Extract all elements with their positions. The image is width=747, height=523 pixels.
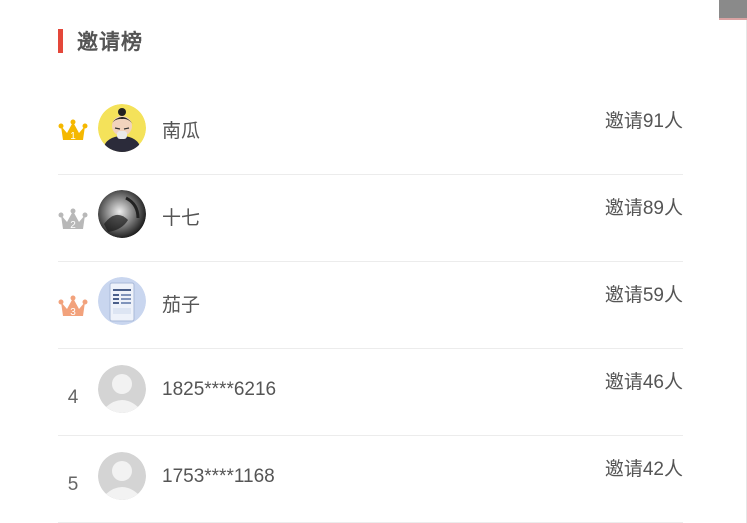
invite-count: 邀请46人 [604,372,683,393]
title-accent-bar [58,29,63,53]
rank-number: 1 [70,131,76,142]
leaderboard-row[interactable]: 1 南瓜 邀请91人 [58,88,683,175]
rank-number: 4 [67,387,79,408]
rank-number: 3 [70,307,76,318]
silver-crown-icon: 2 [58,205,88,235]
default-user-avatar[interactable] [98,452,146,500]
invite-count: 邀请89人 [604,198,683,219]
gold-crown-icon: 1 [58,116,88,146]
leaderboard-list: 1 南瓜 邀请91人 2 十七 邀请89人 3 茄子 邀请59人 4 1825*… [58,88,683,523]
leaderboard-row[interactable]: 3 茄子 邀请59人 [58,262,683,349]
scrollbar-thumb[interactable] [719,0,747,20]
bronze-crown-icon: 3 [58,292,88,322]
user-name: 1753****1168 [162,466,275,487]
section-title: 邀请榜 [77,31,143,54]
leaderboard-row[interactable]: 4 1825****6216 邀请46人 [58,349,683,436]
leaderboard-row[interactable]: 2 十七 邀请89人 [58,175,683,262]
leaderboard-row[interactable]: 5 1753****1168 邀请42人 [58,436,683,523]
rank-number: 2 [70,220,76,231]
invite-count: 邀请91人 [604,111,683,132]
rank-number: 5 [67,474,79,495]
user-name: 茄子 [162,295,201,316]
user-name: 1825****6216 [162,379,277,400]
user-avatar[interactable] [98,104,146,152]
invite-leaderboard-page: 邀请榜 1 南瓜 邀请91人 2 十七 邀请89人 3 茄子 邀请59人 4 1… [0,0,747,523]
invite-count: 邀请42人 [604,459,683,480]
section-header: 邀请榜 [58,28,143,54]
rank-badge: 5 [58,464,88,495]
invite-count: 邀请59人 [604,285,683,306]
user-avatar[interactable] [98,277,146,325]
rank-badge: 4 [58,377,88,408]
user-avatar[interactable] [98,190,146,238]
user-name: 十七 [162,208,201,229]
default-user-avatar[interactable] [98,365,146,413]
user-name: 南瓜 [162,121,201,142]
